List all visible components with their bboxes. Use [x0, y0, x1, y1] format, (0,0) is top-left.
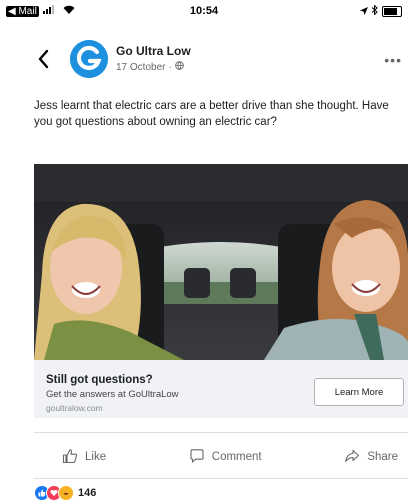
divider	[34, 478, 408, 479]
status-bar: ◀ Mail 10:54	[0, 0, 408, 22]
go-ultra-low-logo-icon	[70, 40, 108, 78]
thumbs-up-icon	[62, 448, 78, 467]
post-header: Go Ultra Low 17 October · •••	[0, 34, 408, 84]
like-button[interactable]: Like	[62, 448, 106, 467]
back-button[interactable]	[34, 46, 54, 72]
cta-domain: goultralow.com	[46, 403, 103, 413]
page-name[interactable]: Go Ultra Low	[116, 44, 191, 58]
page-avatar[interactable]	[70, 40, 108, 78]
more-options-button[interactable]: •••	[384, 52, 402, 68]
share-button[interactable]: Share	[344, 448, 398, 467]
globe-icon	[175, 61, 184, 73]
call-to-action-panel[interactable]: Still got questions? Get the answers at …	[34, 360, 408, 418]
post-text: Jess learnt that electric cars are a bet…	[34, 100, 389, 128]
learn-more-button[interactable]: Learn More	[314, 378, 404, 406]
reactions-summary[interactable]: 146	[34, 485, 96, 501]
post-video[interactable]	[34, 164, 408, 360]
ellipsis-icon: •••	[384, 52, 402, 68]
cta-headline: Still got questions?	[46, 374, 153, 386]
reaction-icons	[34, 485, 74, 501]
status-time: 10:54	[189, 5, 219, 17]
comment-bubble-icon	[189, 448, 205, 467]
like-label: Like	[85, 451, 107, 463]
post-date[interactable]: 17 October	[116, 62, 165, 73]
haha-reaction-icon	[58, 485, 74, 501]
status-right	[360, 4, 402, 18]
meta-separator: ·	[168, 61, 172, 73]
comment-label: Comment	[211, 451, 262, 463]
divider	[34, 432, 408, 433]
comment-button[interactable]: Comment	[189, 448, 262, 467]
post-actions-bar: Like Comment Share	[34, 440, 408, 474]
share-label: Share	[367, 451, 398, 463]
video-still-image	[34, 164, 408, 360]
battery-icon	[382, 6, 402, 17]
post-meta: 17 October ·	[116, 61, 184, 73]
location-icon	[360, 6, 368, 18]
chevron-left-icon	[38, 49, 49, 69]
bluetooth-icon	[371, 4, 378, 18]
cta-description: Get the answers at GoUltraLow	[46, 389, 179, 400]
share-arrow-icon	[344, 448, 360, 467]
reaction-count: 146	[78, 487, 97, 499]
